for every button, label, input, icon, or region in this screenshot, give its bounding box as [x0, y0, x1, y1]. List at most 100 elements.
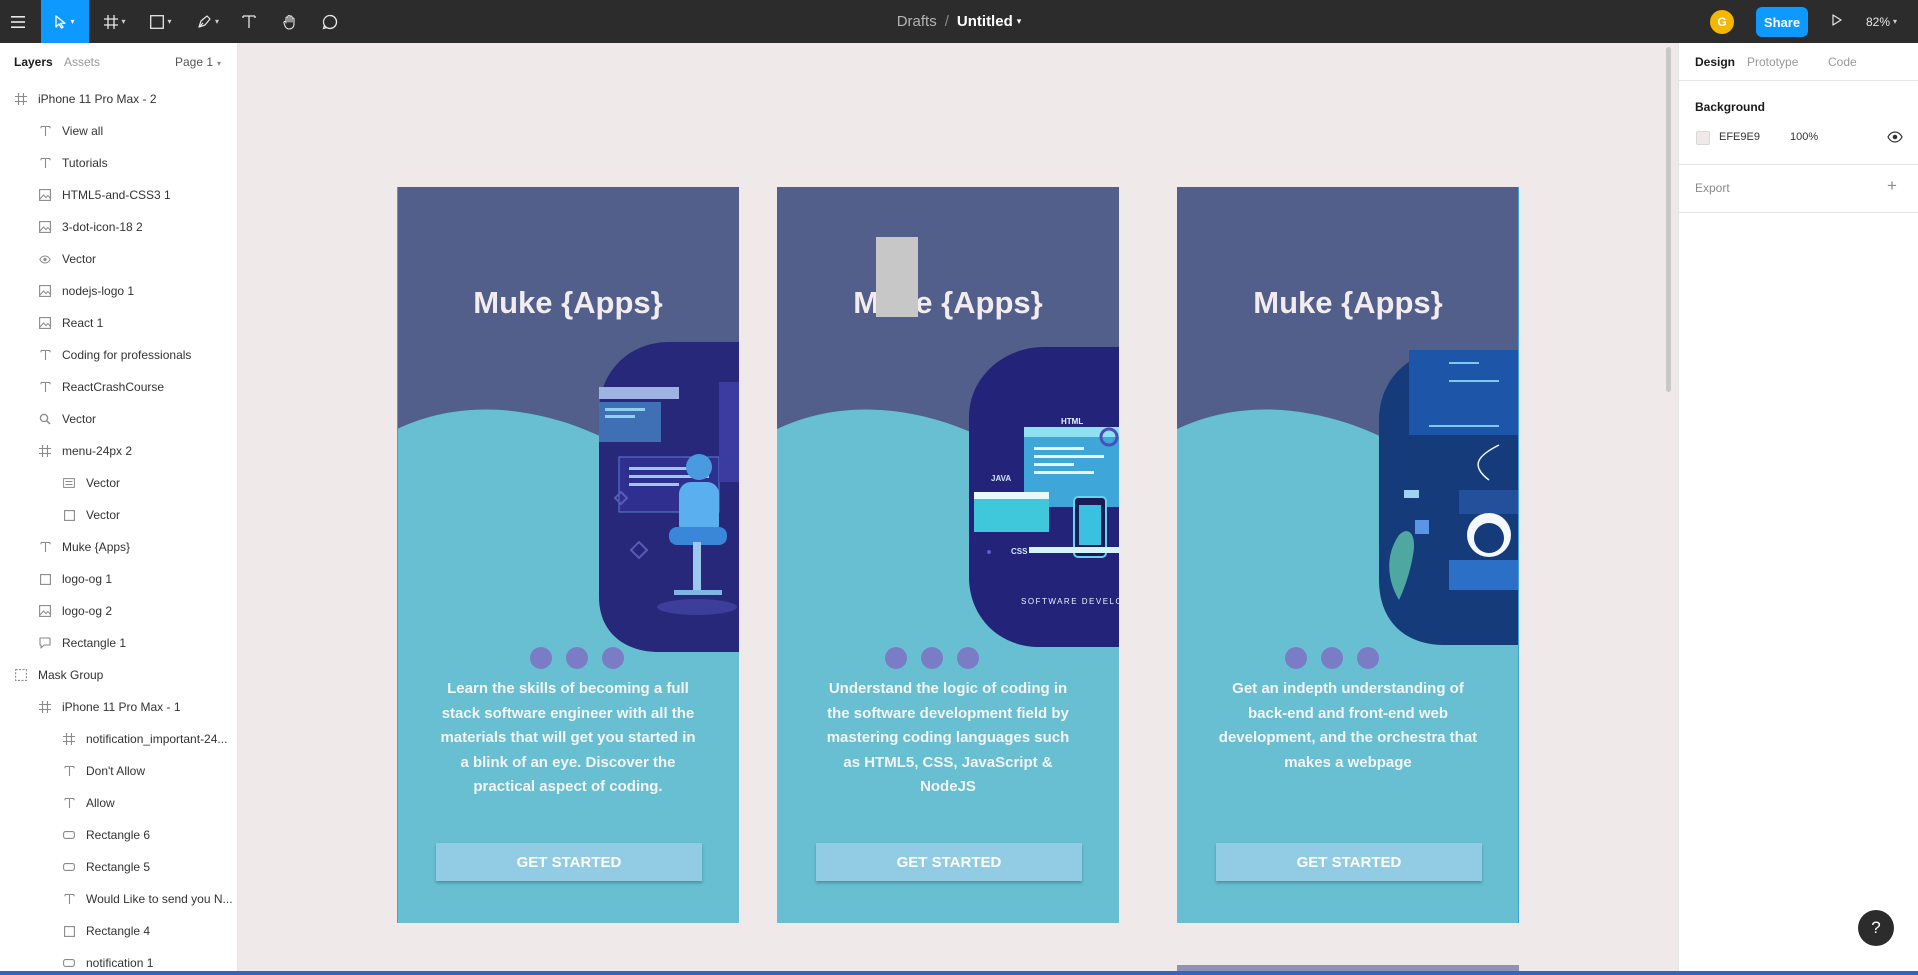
layer-item[interactable]: Muke {Apps}: [0, 531, 237, 563]
layer-item[interactable]: ReactCrashCourse: [0, 371, 237, 403]
chevron-down-icon: ▾: [1893, 17, 1898, 26]
text-icon: [34, 123, 56, 139]
illustration-caption: SOFTWARE DEVELOP: [1021, 597, 1119, 606]
layer-label: notification 1: [86, 956, 154, 970]
carousel-dot[interactable]: [1285, 647, 1307, 669]
visibility-toggle[interactable]: [1887, 130, 1903, 148]
move-tool-button[interactable]: ▾: [41, 0, 89, 43]
layer-item[interactable]: Allow: [0, 787, 237, 819]
layer-item[interactable]: logo-og 2: [0, 595, 237, 627]
tab-prototype[interactable]: Prototype: [1747, 55, 1798, 69]
layer-item[interactable]: HTML5-and-CSS3 1: [0, 179, 237, 211]
layer-item[interactable]: Tutorials: [0, 147, 237, 179]
carousel-dot[interactable]: [957, 647, 979, 669]
page-selector[interactable]: Page 1 ▾: [175, 55, 221, 69]
html-label: HTML: [1061, 417, 1084, 426]
css-label: CSS: [1011, 547, 1028, 556]
square-icon: [58, 923, 80, 939]
hand-tool-button[interactable]: [278, 0, 302, 43]
layer-item[interactable]: Vector: [0, 403, 237, 435]
layer-item[interactable]: Rectangle 1: [0, 627, 237, 659]
comment-icon: [322, 14, 338, 30]
background-color-swatch[interactable]: [1696, 131, 1710, 145]
phone-frame-3[interactable]: Muke {Apps} Get an indepth understanding…: [1177, 187, 1519, 923]
main-menu-button[interactable]: [6, 0, 30, 43]
layer-item[interactable]: nodejs-logo 1: [0, 275, 237, 307]
image-icon: [34, 187, 56, 203]
layer-item[interactable]: Rectangle 6: [0, 819, 237, 851]
layer-item[interactable]: Vector: [0, 467, 237, 499]
layer-item[interactable]: notification_important-24...: [0, 723, 237, 755]
layer-item[interactable]: Would Like to send you N...: [0, 883, 237, 915]
mask-icon: [10, 667, 32, 683]
layer-item[interactable]: 3-dot-icon-18 2: [0, 211, 237, 243]
avatar[interactable]: G: [1710, 10, 1734, 34]
text-tool-button[interactable]: [238, 0, 260, 43]
layer-item[interactable]: menu-24px 2: [0, 435, 237, 467]
layer-item[interactable]: Rectangle 4: [0, 915, 237, 947]
layer-item[interactable]: Rectangle 5: [0, 851, 237, 883]
page-label: Page 1: [175, 55, 214, 69]
layer-item[interactable]: Vector: [0, 499, 237, 531]
selection-edge: [1518, 187, 1519, 923]
shape-tool-button[interactable]: ▾: [144, 0, 178, 43]
layer-item[interactable]: React 1: [0, 307, 237, 339]
layer-item[interactable]: Don't Allow: [0, 755, 237, 787]
phone-frame-1[interactable]: Muke {Apps} Learn the skills of becoming…: [397, 187, 739, 923]
pen-icon: [197, 14, 212, 29]
top-toolbar: ▾ ▾ ▾ ▾ Drafts / Untitled ▾ G Share 82% …: [0, 0, 1918, 43]
layer-label: Would Like to send you N...: [86, 892, 233, 906]
get-started-button[interactable]: GET STARTED: [1216, 843, 1482, 881]
left-panel-tabs: Layers Assets Page 1 ▾: [0, 43, 237, 81]
canvas-scrollbar[interactable]: [1666, 47, 1671, 392]
share-button[interactable]: Share: [1756, 7, 1808, 37]
section-divider: [1679, 164, 1918, 165]
tab-design[interactable]: Design: [1695, 55, 1735, 69]
design-canvas[interactable]: Muke {Apps} Learn the skills of becoming…: [239, 43, 1677, 975]
help-button[interactable]: ?: [1858, 910, 1894, 946]
layer-label: View all: [62, 124, 104, 138]
background-opacity-input[interactable]: 100%: [1790, 131, 1818, 143]
chevron-down-icon[interactable]: ▾: [1017, 16, 1022, 27]
carousel-dot[interactable]: [1357, 647, 1379, 669]
get-started-button[interactable]: GET STARTED: [436, 843, 702, 881]
add-export-button[interactable]: +: [1887, 176, 1897, 196]
get-started-button[interactable]: GET STARTED: [816, 843, 1082, 881]
carousel-dot[interactable]: [1321, 647, 1343, 669]
layer-label: Rectangle 5: [86, 860, 151, 874]
frame-icon: [10, 91, 32, 107]
carousel-dot[interactable]: [566, 647, 588, 669]
layers-panel: Layers Assets Page 1 ▾ iPhone 11 Pro Max …: [0, 43, 238, 975]
layer-item[interactable]: Mask Group: [0, 659, 237, 691]
phone-frame-2[interactable]: Muke {Apps} HTML JAVA CSS SOFTWARE DEVEL…: [777, 187, 1119, 923]
carousel-dot[interactable]: [885, 647, 907, 669]
tab-layers[interactable]: Layers: [14, 55, 53, 69]
lines-icon: [58, 475, 80, 491]
text-icon: [58, 763, 80, 779]
tab-code[interactable]: Code: [1828, 55, 1857, 69]
layer-item[interactable]: iPhone 11 Pro Max - 2: [0, 83, 237, 115]
present-button[interactable]: [1826, 0, 1848, 43]
drafts-breadcrumb[interactable]: Drafts: [897, 13, 937, 30]
layer-item[interactable]: Vector: [0, 243, 237, 275]
text-icon: [34, 379, 56, 395]
layer-item[interactable]: Coding for professionals: [0, 339, 237, 371]
layer-item[interactable]: View all: [0, 115, 237, 147]
zoom-menu[interactable]: 82% ▾: [1866, 0, 1897, 43]
breadcrumb-separator: /: [944, 13, 949, 30]
pen-tool-button[interactable]: ▾: [190, 0, 226, 43]
taskbar-strip: [0, 971, 1918, 975]
layer-item[interactable]: logo-og 1: [0, 563, 237, 595]
grey-rectangle[interactable]: [876, 237, 918, 317]
layer-item[interactable]: iPhone 11 Pro Max - 1: [0, 691, 237, 723]
file-name[interactable]: Untitled: [957, 13, 1013, 30]
carousel-dot[interactable]: [921, 647, 943, 669]
comment-tool-button[interactable]: [318, 0, 342, 43]
carousel-dot[interactable]: [530, 647, 552, 669]
frame-tool-button[interactable]: ▾: [98, 0, 132, 43]
tab-assets[interactable]: Assets: [64, 55, 100, 69]
carousel-dot[interactable]: [602, 647, 624, 669]
description-text: Get an indepth understanding of back-end…: [1218, 680, 1478, 771]
background-hex-input[interactable]: EFE9E9: [1719, 131, 1760, 143]
chevron-down-icon: ▾: [121, 17, 126, 26]
